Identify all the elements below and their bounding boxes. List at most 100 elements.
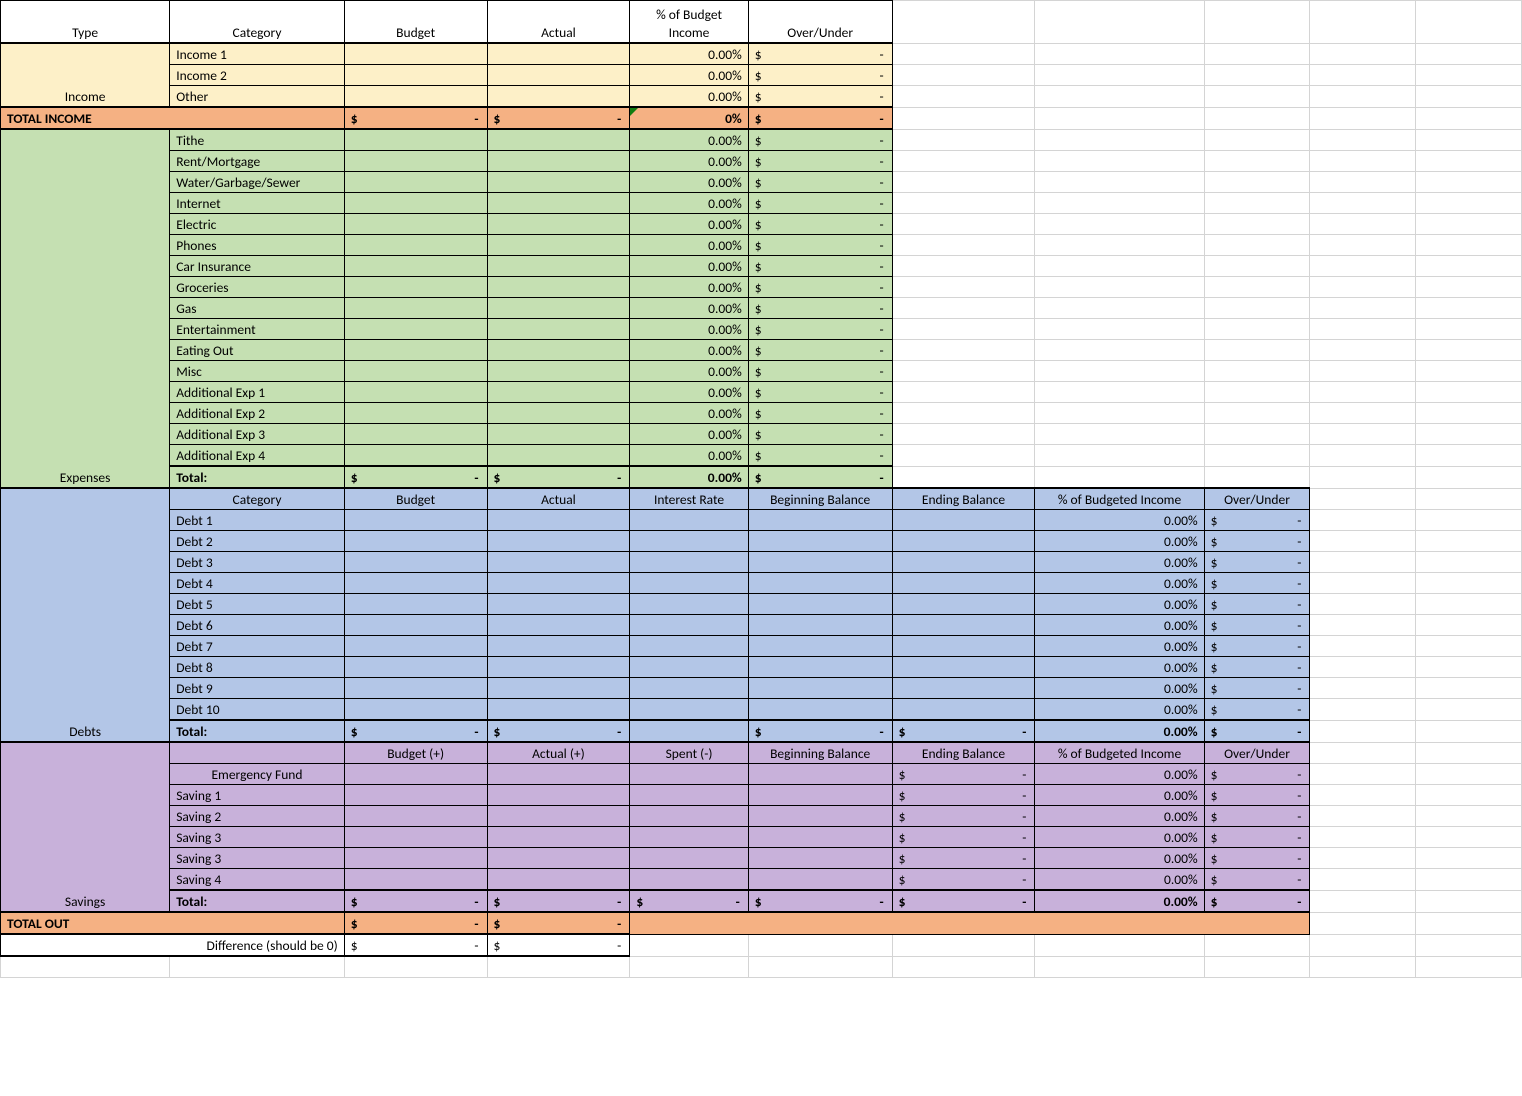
expense-budget[interactable] [344,235,487,256]
empty-cell[interactable] [1204,956,1310,978]
empty-cell[interactable] [1,956,170,978]
money-cell[interactable]: $- [1204,827,1310,848]
expense-pct[interactable]: 0.00% [630,361,748,382]
sav-category[interactable]: Saving 1 [170,785,345,806]
empty-cell[interactable] [892,193,1035,214]
col-actual[interactable]: Actual [487,1,630,44]
money-cell[interactable]: $- [1204,720,1310,742]
empty-cell[interactable] [1310,699,1416,721]
empty-cell[interactable] [1035,43,1204,65]
empty-cell[interactable] [1416,403,1522,424]
money-cell[interactable]: $- [344,934,487,956]
sav-spent[interactable] [630,827,748,848]
total-income-label[interactable]: TOTAL INCOME [1,107,345,129]
empty-cell[interactable] [1416,699,1522,721]
debt-pct[interactable]: 0.00% [1035,531,1204,552]
money-cell[interactable]: $- [748,277,892,298]
empty-cell[interactable] [1310,869,1416,891]
sav-hdr-spent[interactable]: Spent (-) [630,742,748,764]
empty-cell[interactable] [1416,848,1522,869]
money-cell[interactable]: $- [748,256,892,277]
expense-pct[interactable]: 0.00% [630,151,748,172]
debt-budget[interactable] [344,636,487,657]
money-cell[interactable]: $- [1204,636,1310,657]
budget-spreadsheet[interactable]: TypeCategoryBudgetActual% of Budget Inco… [0,0,1522,978]
expense-total-label[interactable]: Total: [170,466,345,488]
debt-category[interactable]: Debt 10 [170,699,345,721]
empty-cell[interactable] [892,235,1035,256]
empty-cell[interactable] [1204,151,1310,172]
debt-budget[interactable] [344,531,487,552]
money-cell[interactable]: $- [1204,552,1310,573]
empty-cell[interactable] [892,65,1035,86]
empty-cell[interactable] [1035,340,1204,361]
expense-budget[interactable] [344,382,487,403]
debt-budget[interactable] [344,573,487,594]
debt-interest[interactable] [630,636,748,657]
empty-cell[interactable] [1204,298,1310,319]
debt-end[interactable] [892,678,1035,699]
expense-pct[interactable]: 0.00% [630,340,748,361]
empty-cell[interactable] [1035,65,1204,86]
empty-cell[interactable] [892,298,1035,319]
expense-pct[interactable]: 0.00% [630,298,748,319]
debt-total-interest[interactable] [630,720,748,742]
debt-pct[interactable]: 0.00% [1035,615,1204,636]
money-cell[interactable]: $- [748,193,892,214]
expense-pct[interactable]: 0.00% [630,129,748,151]
sav-actual[interactable] [487,806,630,827]
expense-actual[interactable] [487,172,630,193]
money-cell[interactable]: $- [892,806,1035,827]
debt-category[interactable]: Debt 8 [170,657,345,678]
money-cell[interactable]: $- [1204,764,1310,785]
empty-cell[interactable] [1310,720,1416,742]
debt-interest[interactable] [630,573,748,594]
expense-budget[interactable] [344,319,487,340]
empty-cell[interactable] [1204,172,1310,193]
sav-hdr-pct[interactable]: % of Budgeted Income [1035,742,1204,764]
empty-cell[interactable] [1416,298,1522,319]
debt-total-label[interactable]: Total: [170,720,345,742]
empty-cell[interactable] [1310,403,1416,424]
empty-cell[interactable] [1310,129,1416,151]
difference-label[interactable]: Difference (should be 0) [1,934,345,956]
debt-category[interactable]: Debt 3 [170,552,345,573]
empty-cell[interactable] [1416,615,1522,636]
debt-actual[interactable] [487,594,630,615]
debt-pct[interactable]: 0.00% [1035,699,1204,721]
debt-interest[interactable] [630,678,748,699]
debt-pct[interactable]: 0.00% [1035,552,1204,573]
sav-total-pct[interactable]: 0.00% [1035,890,1204,912]
empty-cell[interactable] [1204,934,1310,956]
sav-actual[interactable] [487,764,630,785]
empty-cell[interactable] [1310,193,1416,214]
debt-begin[interactable] [748,594,892,615]
empty-cell[interactable] [1416,319,1522,340]
empty-cell[interactable] [1310,848,1416,869]
empty-cell[interactable] [1204,193,1310,214]
empty-cell[interactable] [1416,806,1522,827]
empty-cell[interactable] [1416,361,1522,382]
money-cell[interactable]: $- [1204,573,1310,594]
expense-pct[interactable]: 0.00% [630,172,748,193]
money-cell[interactable]: $- [344,890,487,912]
empty-cell[interactable] [1310,445,1416,467]
debt-hdr-budget[interactable]: Budget [344,488,487,510]
empty-cell[interactable] [892,340,1035,361]
sav-hdr-actual[interactable]: Actual (+) [487,742,630,764]
sav-pct[interactable]: 0.00% [1035,806,1204,827]
empty-cell[interactable] [1204,1,1310,44]
empty-cell[interactable] [1416,43,1522,65]
expense-total-pct[interactable]: 0.00% [630,466,748,488]
expense-pct[interactable]: 0.00% [630,403,748,424]
empty-cell[interactable] [1035,445,1204,467]
expense-category[interactable]: Internet [170,193,345,214]
empty-cell[interactable] [1035,403,1204,424]
expense-pct[interactable]: 0.00% [630,445,748,467]
sav-pct[interactable]: 0.00% [1035,848,1204,869]
debt-hdr-pct[interactable]: % of Budgeted Income [1035,488,1204,510]
money-cell[interactable]: $- [892,720,1035,742]
expense-category[interactable]: Tithe [170,129,345,151]
income-actual[interactable] [487,65,630,86]
empty-cell[interactable] [1416,172,1522,193]
